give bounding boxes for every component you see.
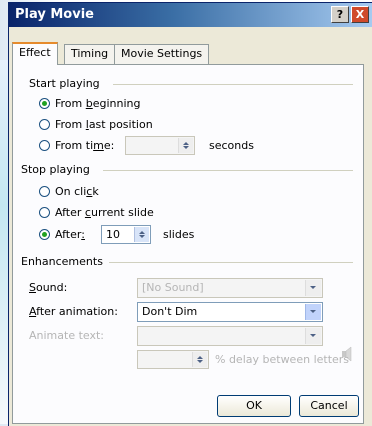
slides-count-input[interactable]: 10 (101, 225, 151, 244)
close-icon: X (355, 8, 365, 21)
radio-after-current-slide-label: After current slide (55, 206, 154, 219)
radio-on-click-label: On click (55, 185, 99, 198)
stop-playing-heading: Stop playing (21, 163, 90, 176)
radio-button[interactable] (39, 119, 50, 130)
after-animation-label: After animation: (29, 305, 118, 318)
after-animation-select[interactable]: Don't Dim (137, 302, 323, 322)
spinner-arrows-icon[interactable] (178, 138, 193, 153)
cancel-button[interactable]: Cancel (299, 395, 359, 417)
tab-timing-label: Timing (71, 47, 109, 60)
radio-button[interactable] (39, 186, 50, 197)
radio-from-time-label: From time: (55, 139, 115, 152)
effect-panel: Start playing From beginning From last p… (12, 64, 364, 424)
seconds-label: seconds (209, 139, 254, 152)
radio-from-beginning-label: From beginning (55, 97, 141, 110)
cancel-button-label: Cancel (310, 399, 348, 412)
from-time-input[interactable] (125, 136, 195, 155)
chevron-down-icon[interactable] (305, 328, 321, 344)
spinner-arrows-icon[interactable] (192, 352, 207, 367)
close-button[interactable]: X (351, 6, 369, 23)
dialog-title: Play Movie (15, 7, 94, 22)
start-playing-heading: Start playing (29, 77, 100, 90)
enhancements-divider (109, 262, 353, 263)
tab-movie-settings[interactable]: Movie Settings (114, 44, 210, 64)
ok-button[interactable]: OK (217, 395, 291, 417)
tab-timing[interactable]: Timing (64, 44, 116, 64)
tab-effect-label: Effect (19, 46, 51, 59)
animate-text-select[interactable] (137, 326, 323, 346)
stop-playing-divider (103, 170, 353, 171)
radio-button[interactable] (39, 98, 50, 109)
spinner-arrows-icon[interactable] (134, 227, 149, 242)
slides-count-value: 10 (106, 228, 120, 241)
tab-movie-settings-label: Movie Settings (121, 47, 203, 60)
sound-select-value: [No Sound] (142, 281, 204, 294)
radio-button[interactable] (39, 140, 50, 151)
radio-button[interactable] (39, 229, 50, 240)
slides-label: slides (163, 228, 195, 241)
animate-text-label: Animate text: (29, 329, 105, 342)
chevron-down-icon[interactable] (305, 280, 321, 296)
radio-after-slides-label: After: (55, 228, 85, 241)
help-button[interactable]: ? (331, 6, 349, 23)
after-animation-value: Don't Dim (142, 305, 198, 318)
enhancements-heading: Enhancements (21, 255, 103, 268)
radio-button[interactable] (39, 207, 50, 218)
tab-effect[interactable]: Effect (12, 42, 58, 65)
title-bar: Play Movie ? X (9, 3, 372, 27)
radio-from-last-position-label: From last position (55, 118, 153, 131)
sound-label: Sound: (29, 281, 68, 294)
help-icon: ? (336, 8, 344, 21)
chevron-down-icon[interactable] (305, 304, 321, 320)
start-playing-divider (113, 84, 353, 85)
letter-delay-label: % delay between letters (215, 353, 350, 366)
letter-delay-input[interactable] (137, 350, 209, 369)
ok-button-label: OK (246, 399, 262, 412)
sound-select[interactable]: [No Sound] (137, 278, 323, 298)
